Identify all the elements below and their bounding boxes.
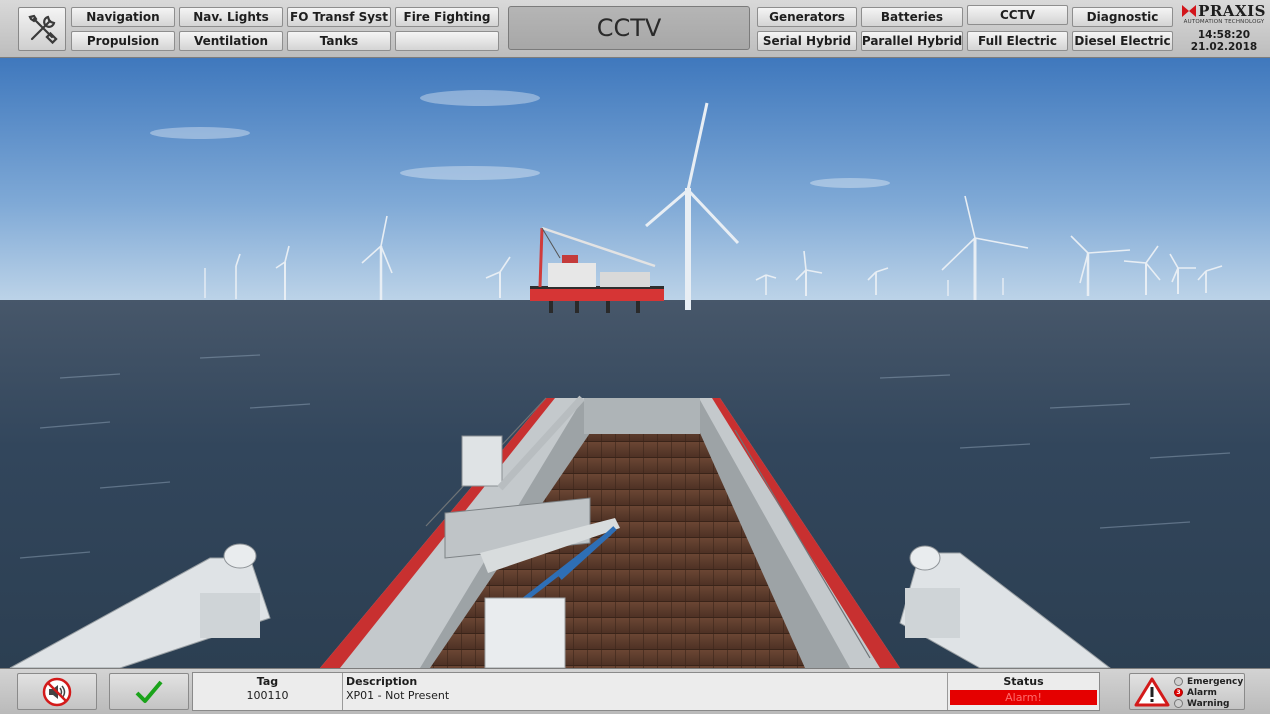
alarm-indicator-icon: 3 bbox=[1174, 688, 1183, 697]
nav-button-fo-transf-syst[interactable]: FO Transf Syst bbox=[287, 7, 391, 27]
alarm-bar: Tag 100110 Description XP01 - Not Presen… bbox=[0, 668, 1270, 714]
top-navigation-bar: Navigation Nav. Lights FO Transf Syst Fi… bbox=[0, 0, 1270, 58]
nav-button-ventilation[interactable]: Ventilation bbox=[179, 31, 283, 51]
description-value: XP01 - Not Present bbox=[346, 689, 450, 702]
nav-button-nav-lights[interactable]: Nav. Lights bbox=[179, 7, 283, 27]
nav-button-cctv[interactable]: CCTV bbox=[967, 5, 1068, 25]
nav-button-propulsion[interactable]: Propulsion bbox=[71, 31, 175, 51]
checkmark-icon bbox=[135, 680, 163, 703]
nav-button-fire-fighting[interactable]: Fire Fighting bbox=[395, 7, 499, 27]
praxis-logo: PRAXIS bbox=[1180, 2, 1268, 20]
warning-label: Warning bbox=[1187, 698, 1230, 709]
brand-name: PRAXIS bbox=[1198, 2, 1266, 20]
legend-warning: Warning bbox=[1174, 698, 1229, 709]
emergency-indicator-icon bbox=[1174, 677, 1183, 686]
current-alarm-panel[interactable]: Tag 100110 Description XP01 - Not Presen… bbox=[192, 672, 1100, 711]
praxis-logo-mark-icon bbox=[1182, 5, 1197, 17]
acknowledge-button[interactable] bbox=[109, 673, 189, 710]
brand-clock-panel: PRAXIS AUTOMATION TECHNOLOGY 14:58:20 21… bbox=[1180, 2, 1268, 56]
clock-time: 14:58:20 bbox=[1197, 29, 1251, 41]
legend-emergency: Emergency bbox=[1174, 676, 1243, 687]
nav-button-tanks[interactable]: Tanks bbox=[287, 31, 391, 51]
emergency-label: Emergency bbox=[1187, 676, 1244, 687]
nav-button-batteries[interactable]: Batteries bbox=[861, 7, 963, 27]
nav-button-empty[interactable] bbox=[395, 31, 499, 51]
settings-tools-button[interactable] bbox=[18, 7, 66, 51]
nav-button-diesel-electric[interactable]: Diesel Electric bbox=[1072, 31, 1173, 51]
tag-value: 100110 bbox=[246, 689, 289, 702]
cctv-camera-view bbox=[0, 58, 1270, 668]
nav-button-parallel-hybrid[interactable]: Parallel Hybrid bbox=[861, 31, 963, 51]
nav-button-diagnostic[interactable]: Diagnostic bbox=[1072, 7, 1173, 27]
status-badge: Alarm! bbox=[950, 690, 1097, 705]
status-column: Status Alarm! bbox=[948, 673, 1099, 710]
tag-column: Tag 100110 bbox=[193, 673, 343, 710]
nav-button-navigation[interactable]: Navigation bbox=[71, 7, 175, 27]
page-title: CCTV bbox=[508, 6, 750, 50]
status-header: Status bbox=[1003, 675, 1044, 688]
tools-icon bbox=[28, 14, 58, 45]
alarm-label: Alarm bbox=[1187, 687, 1217, 698]
alarm-legend-button[interactable]: Emergency 3 Alarm Warning bbox=[1129, 673, 1245, 710]
description-header: Description bbox=[346, 675, 418, 688]
nav-button-generators[interactable]: Generators bbox=[757, 7, 857, 27]
warning-triangle-icon bbox=[1134, 677, 1170, 707]
warning-indicator-icon bbox=[1174, 699, 1183, 708]
mute-horn-button[interactable] bbox=[17, 673, 97, 710]
cctv-scene bbox=[0, 58, 1270, 668]
nav-button-serial-hybrid[interactable]: Serial Hybrid bbox=[757, 31, 857, 51]
sky bbox=[0, 58, 1270, 300]
description-column: Description XP01 - Not Present bbox=[343, 673, 948, 710]
nav-button-full-electric[interactable]: Full Electric bbox=[967, 31, 1068, 51]
clock-date: 21.02.2018 bbox=[1190, 41, 1258, 53]
brand-subtitle: AUTOMATION TECHNOLOGY bbox=[1183, 19, 1265, 25]
mute-horn-icon bbox=[42, 677, 72, 706]
legend-alarm: 3 Alarm bbox=[1174, 687, 1217, 698]
tag-header: Tag bbox=[256, 675, 279, 688]
